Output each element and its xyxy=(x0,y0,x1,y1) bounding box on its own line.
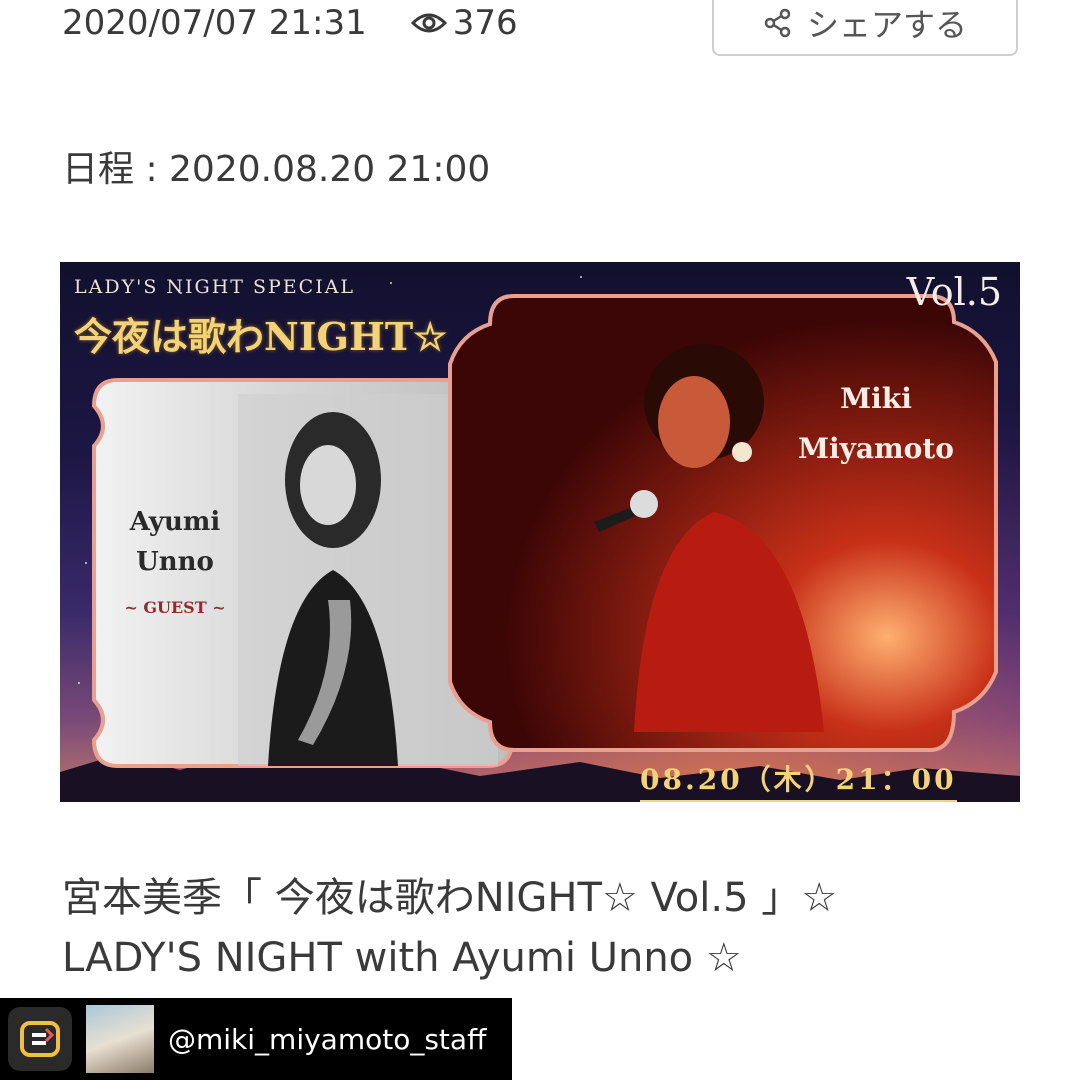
repost-username[interactable]: @miki_miyamoto_staff xyxy=(168,1023,486,1056)
banner-date: 08.20（木）21：00 xyxy=(640,758,957,802)
share-icon xyxy=(764,8,791,38)
repost-app-icon xyxy=(8,1007,72,1071)
share-button-label: シェアする xyxy=(806,6,967,44)
post-title-line-1: 宮本美季「 今夜は歌わNIGHT☆ Vol.5 」☆ xyxy=(62,875,838,921)
eye-icon xyxy=(410,13,447,33)
post-datetime: 2020/07/07 21:31 xyxy=(62,3,367,43)
view-count-value: 376 xyxy=(452,3,518,43)
host-last-name: Miyamoto xyxy=(798,432,954,465)
post-title-line-2: LADY'S NIGHT with Ayumi Unno ☆ xyxy=(62,935,742,981)
guest-last-name: Unno xyxy=(136,547,214,577)
guest-tag: ~ GUEST ~ xyxy=(124,598,226,617)
repost-attribution[interactable]: @miki_miyamoto_staff xyxy=(0,998,512,1080)
banner-subtitle: LADY'S NIGHT SPECIAL xyxy=(74,276,356,298)
event-banner-image: LADY'S NIGHT SPECIAL 今夜は歌わNIGHT☆ Vol.5 A… xyxy=(60,262,1020,802)
host-name: Miki Miyamoto xyxy=(776,374,976,474)
banner-volume: Vol.5 xyxy=(906,270,1002,314)
event-schedule: 日程 : 2020.08.20 21:00 xyxy=(62,149,491,190)
avatar[interactable] xyxy=(86,1005,154,1073)
post-meta: 2020/07/07 21:31 376 xyxy=(62,0,518,46)
post-title: 宮本美季「 今夜は歌わNIGHT☆ Vol.5 」☆ LADY'S NIGHT … xyxy=(62,868,1022,988)
banner-title: 今夜は歌わNIGHT☆ xyxy=(74,314,448,359)
guest-first-name: Ayumi xyxy=(129,507,221,537)
share-button[interactable]: シェアする xyxy=(712,0,1018,56)
view-count: 376 xyxy=(410,3,518,43)
guest-name: Ayumi Unno xyxy=(100,502,250,582)
host-photo-frame xyxy=(444,292,1002,754)
host-first-name: Miki xyxy=(840,382,912,415)
